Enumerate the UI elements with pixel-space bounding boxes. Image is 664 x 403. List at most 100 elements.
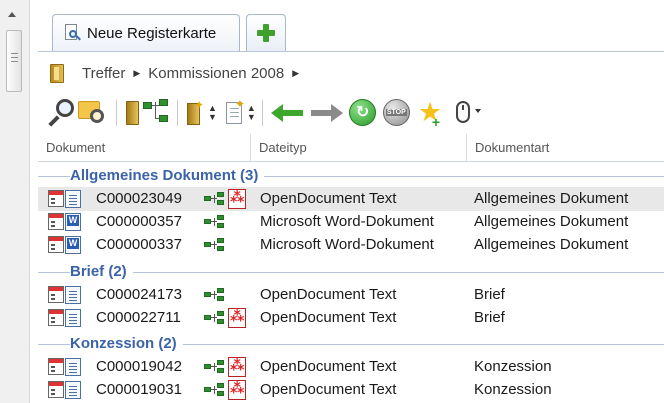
tab-neue-registerkarte[interactable]: Neue Registerkarte — [52, 14, 240, 51]
toolbar-divider — [177, 100, 178, 126]
word-document-icon — [65, 213, 81, 231]
calendar-icon — [48, 381, 64, 398]
pdf-icon — [228, 357, 246, 377]
folder-search-button[interactable] — [76, 97, 110, 129]
column-header-dokument[interactable]: Dokument — [38, 134, 250, 162]
document-id: C000019031 — [96, 381, 182, 398]
search-button[interactable] — [46, 97, 76, 129]
search-document-icon — [65, 24, 81, 42]
document-icon — [65, 358, 81, 376]
tree-structure-button[interactable] — [141, 97, 171, 129]
breadcrumb-item-treffer[interactable]: Treffer — [82, 65, 125, 82]
group-header[interactable]: Brief (2) — [38, 260, 664, 282]
spinner-arrows-icon[interactable]: ▲ ▼ — [208, 104, 217, 122]
mouse-action-button[interactable] — [449, 97, 483, 129]
document-id: C000024173 — [96, 286, 182, 303]
stop-icon — [382, 99, 410, 126]
toolbar-divider — [116, 100, 117, 126]
document-id: C000000337 — [96, 236, 182, 253]
document-type: Brief — [474, 286, 505, 303]
table-row[interactable]: C000023049 OpenDocument Text Allgemeines… — [38, 187, 664, 211]
table-row[interactable]: C000019031 OpenDocument Text Konzession — [38, 378, 664, 402]
document-id: C000019042 — [96, 358, 182, 375]
column-header-dateityp[interactable]: Dateityp — [250, 134, 466, 162]
calendar-icon — [48, 358, 64, 375]
tab-label: Neue Registerkarte — [87, 24, 217, 42]
document-type: Brief — [474, 309, 505, 326]
add-favorite-button[interactable]: ★ + — [415, 97, 449, 130]
document-icon — [65, 286, 81, 304]
plus-icon — [257, 24, 275, 42]
table-row[interactable]: C000000337 Microsoft Word-Dokument Allge… — [38, 233, 664, 257]
toolbar: ✦ ▲▼ ✦ ▲▼ ★+ — [46, 94, 483, 132]
file-type: Microsoft Word-Dokument — [260, 213, 434, 230]
document-type: Konzession — [474, 381, 552, 398]
grip-line — [11, 57, 18, 58]
file-type: OpenDocument Text — [260, 358, 397, 375]
tree-structure-icon — [204, 383, 226, 397]
document-id: C000022711 — [96, 309, 181, 326]
document-type: Allgemeines Dokument — [474, 190, 629, 207]
pdf-icon — [228, 308, 246, 328]
tree-structure-icon — [204, 360, 226, 374]
breadcrumb-separator-icon[interactable]: ▶ — [292, 68, 299, 79]
grip-line — [11, 61, 18, 62]
group-header[interactable]: Allgemeines Dokument (3) — [38, 164, 664, 186]
document-id: C000023049 — [96, 190, 182, 207]
refresh-button[interactable] — [345, 97, 379, 129]
calendar-icon — [48, 213, 64, 230]
breadcrumb-item-kommissionen[interactable]: Kommissionen 2008 — [148, 65, 284, 82]
file-type: OpenDocument Text — [260, 309, 397, 326]
tab-baseline — [38, 51, 664, 52]
back-button[interactable] — [269, 97, 307, 129]
word-document-icon — [65, 236, 81, 254]
document-icon — [65, 381, 81, 399]
column-header: Dokument Dateityp Dokumentart — [38, 134, 664, 162]
table-row[interactable]: C000000357 Microsoft Word-Dokument Allge… — [38, 210, 664, 234]
calendar-icon — [48, 236, 64, 253]
new-document-button[interactable]: ✦ — [223, 97, 245, 129]
breadcrumb: Treffer ▶ Kommissionen 2008 ▶ — [50, 60, 307, 86]
file-type: Microsoft Word-Dokument — [260, 236, 434, 253]
forward-arrow-icon — [310, 110, 333, 116]
column-header-dokumentart[interactable]: Dokumentart — [466, 134, 664, 162]
add-tab-button[interactable] — [246, 14, 286, 51]
file-type: OpenDocument Text — [260, 381, 397, 398]
scroll-thumb[interactable] — [6, 30, 22, 92]
spinner-arrows-icon[interactable]: ▲ ▼ — [247, 104, 256, 122]
binder-button[interactable] — [123, 97, 141, 129]
document-icon — [65, 190, 81, 208]
group-label: Brief (2) — [70, 263, 133, 280]
new-binder-button[interactable]: ✦ — [184, 97, 206, 129]
document-type: Allgemeines Dokument — [474, 236, 629, 253]
group-header[interactable]: Konzession (2) — [38, 332, 664, 354]
pdf-icon — [228, 189, 246, 209]
stop-button[interactable] — [379, 97, 415, 129]
dropdown-arrow-icon — [474, 109, 481, 113]
tree-structure-icon — [204, 215, 226, 229]
scroll-up-arrow-icon[interactable] — [8, 12, 16, 17]
binder-icon — [126, 101, 139, 125]
document-icon — [65, 309, 81, 327]
tree-structure-icon — [204, 192, 226, 206]
binder-icon — [50, 63, 64, 83]
document-type: Allgemeines Dokument — [474, 213, 629, 230]
tree-structure-icon — [204, 238, 226, 252]
table-row[interactable]: C000024173 OpenDocument Text Brief — [38, 283, 664, 307]
calendar-icon — [48, 309, 64, 326]
tab-bar: Neue Registerkarte — [38, 10, 664, 52]
pdf-icon — [228, 380, 246, 400]
tree-structure-icon — [204, 288, 226, 302]
file-type: OpenDocument Text — [260, 190, 397, 207]
calendar-icon — [48, 286, 64, 303]
grip-line — [11, 53, 18, 54]
forward-button[interactable] — [307, 97, 345, 129]
document-type: Konzession — [474, 358, 552, 375]
group-label: Allgemeines Dokument (3) — [70, 167, 265, 184]
table-row[interactable]: C000019042 OpenDocument Text Konzession — [38, 355, 664, 379]
vertical-scrollbar[interactable] — [0, 0, 30, 403]
table-row[interactable]: C000022711 OpenDocument Text Brief — [38, 306, 664, 330]
search-icon — [56, 99, 74, 117]
calendar-icon — [48, 190, 64, 207]
toolbar-divider — [261, 100, 263, 126]
